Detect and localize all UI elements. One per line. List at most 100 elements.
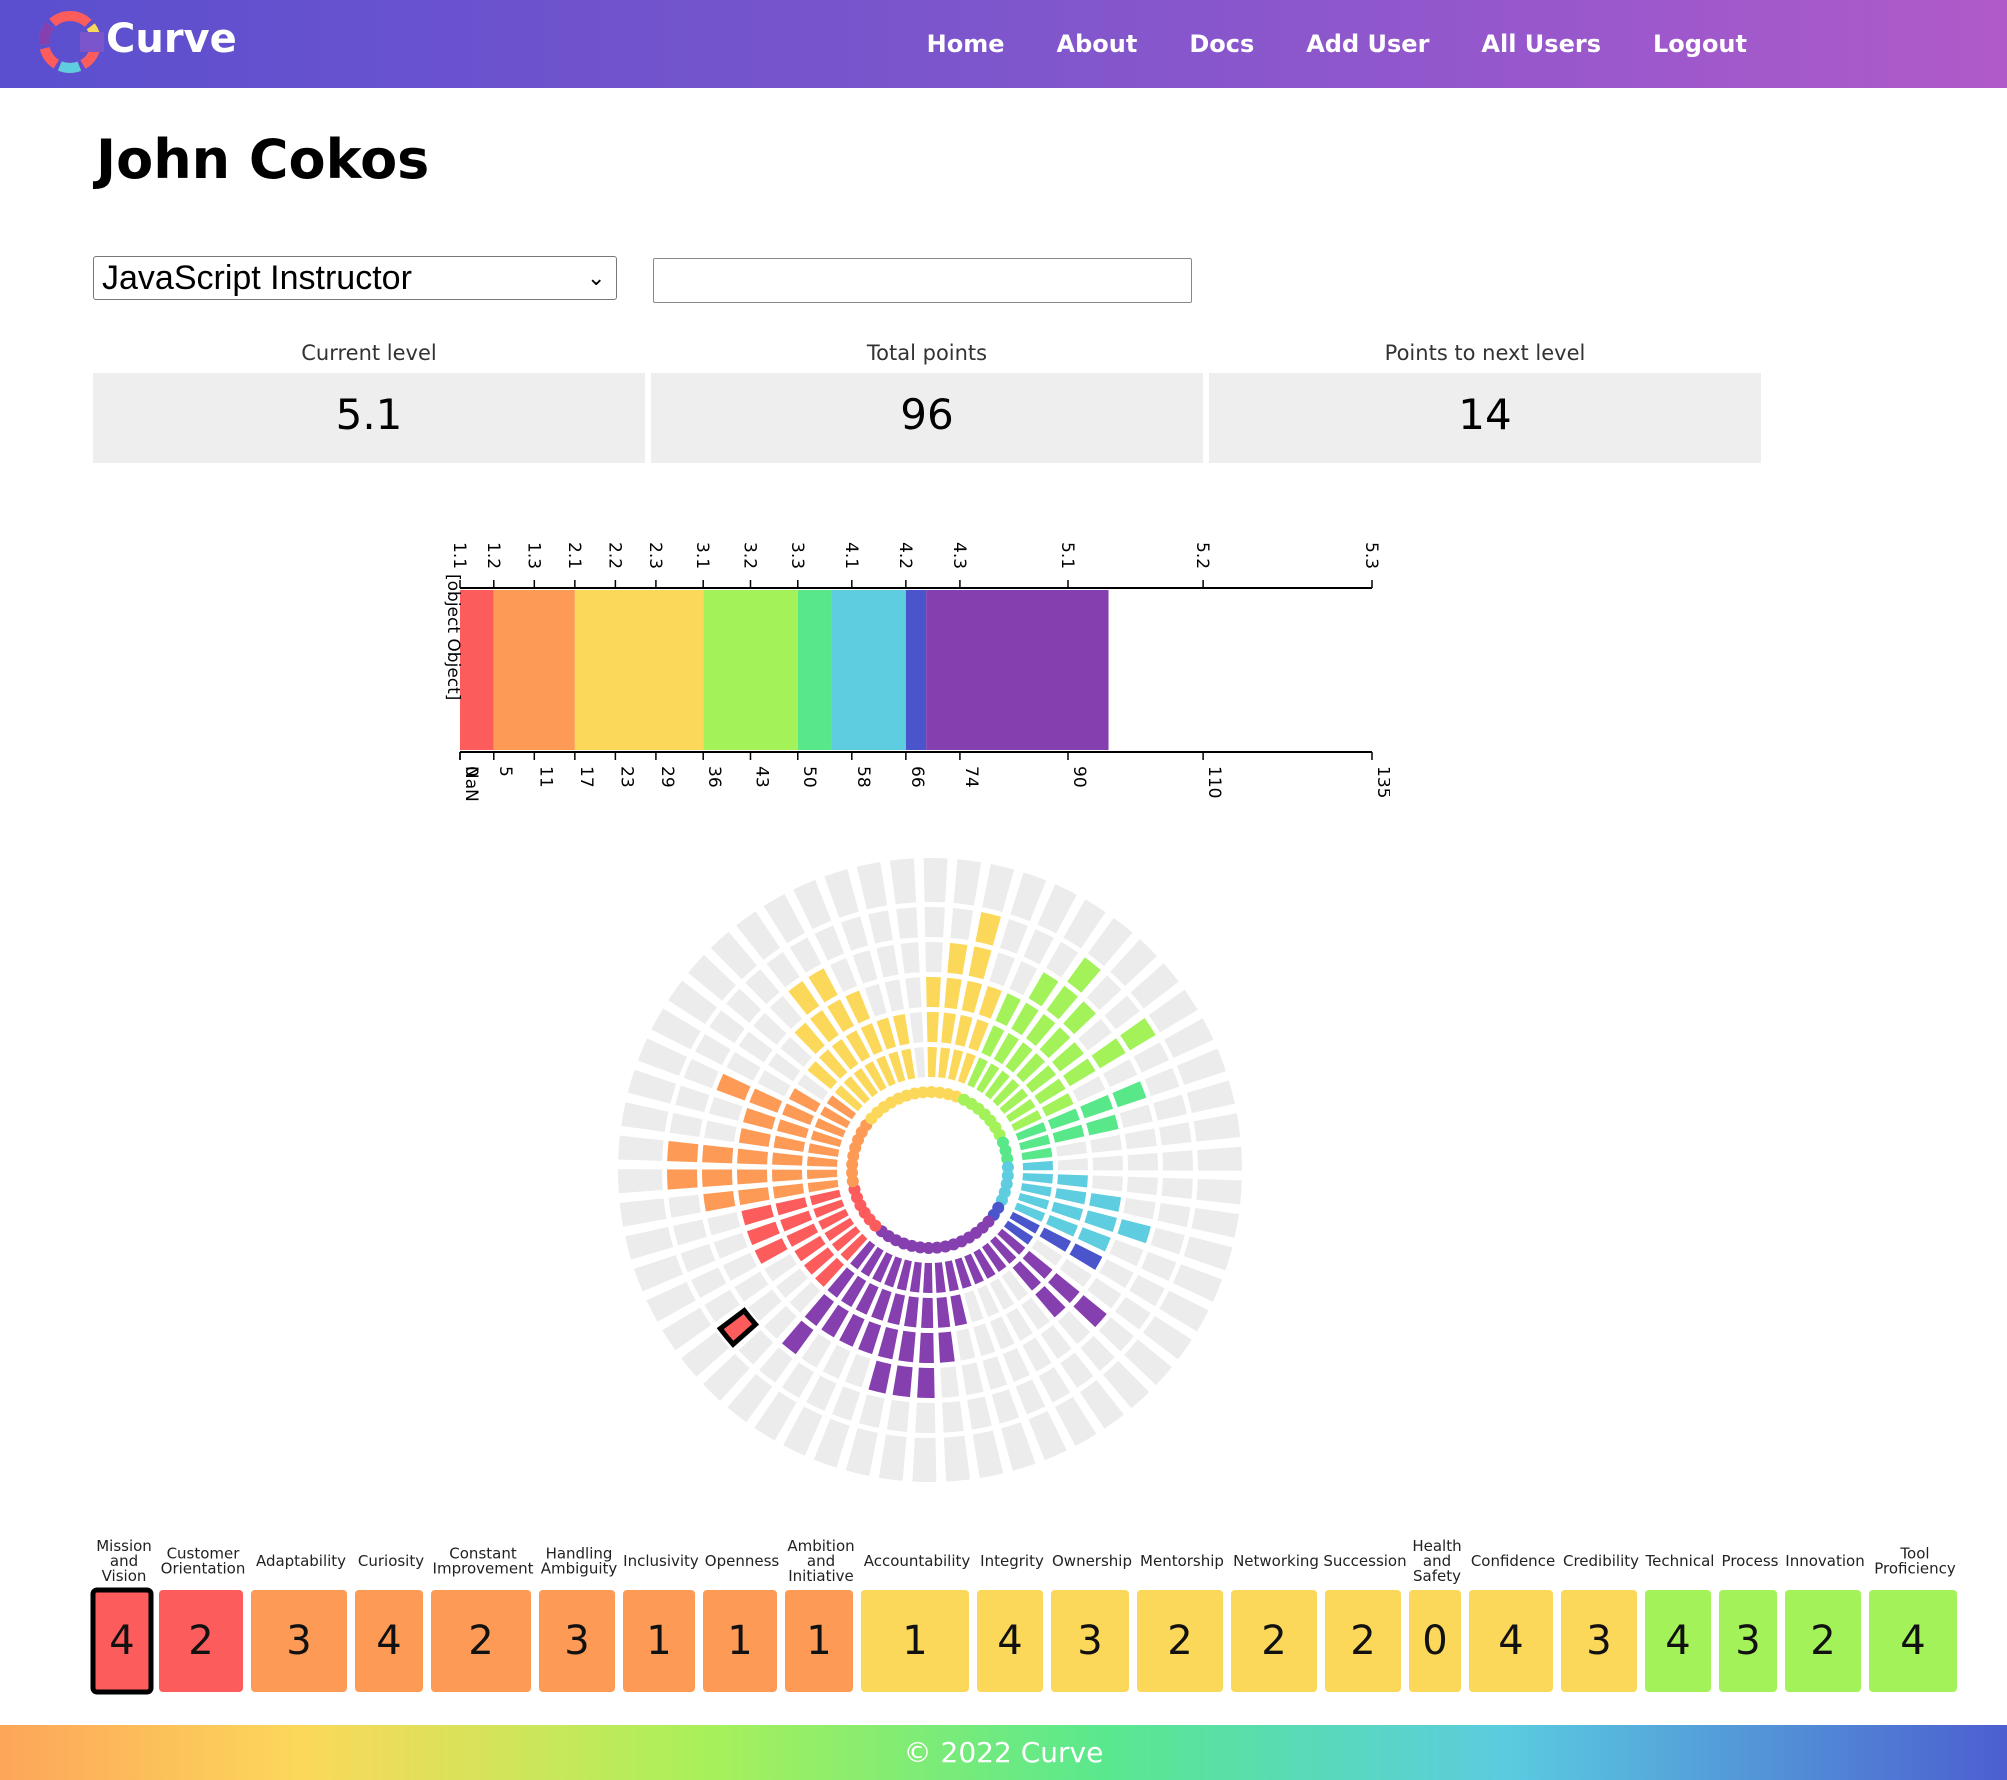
- wheel-cell[interactable]: [1080, 1335, 1115, 1371]
- wheel-cell[interactable]: [904, 1296, 919, 1328]
- nav-link-docs[interactable]: Docs: [1189, 30, 1254, 58]
- wheel-cell[interactable]: [807, 1179, 839, 1193]
- wheel-cell[interactable]: [915, 1402, 936, 1433]
- wheel-cell[interactable]: [695, 1033, 731, 1066]
- wheel-cell[interactable]: [737, 1169, 768, 1185]
- wheel-cell[interactable]: [954, 1015, 973, 1047]
- nav-link-add-user[interactable]: Add User: [1306, 30, 1429, 58]
- wheel-cell[interactable]: [887, 1293, 906, 1325]
- wheel-cell[interactable]: [905, 977, 922, 1009]
- wheel-cell[interactable]: [1015, 1379, 1046, 1415]
- wheel-cell[interactable]: [936, 1296, 951, 1328]
- wheel-cell[interactable]: [924, 907, 945, 938]
- wheel-cell[interactable]: [1133, 1042, 1169, 1073]
- wheel-cell[interactable]: [1141, 1251, 1177, 1281]
- competency-item[interactable]: HealthandSafety0: [1409, 1537, 1462, 1692]
- wheel-cell[interactable]: [789, 937, 822, 973]
- wheel-cell[interactable]: [961, 980, 983, 1014]
- competency-item[interactable]: Networking 2: [1231, 1552, 1319, 1692]
- wheel-cell[interactable]: [1060, 1352, 1094, 1389]
- search-input[interactable]: [653, 258, 1192, 303]
- wheel-cell[interactable]: [807, 1156, 838, 1167]
- wheel-cell[interactable]: [925, 942, 943, 973]
- wheel-cell[interactable]: [1172, 1264, 1223, 1302]
- wheel-cell[interactable]: [859, 1394, 885, 1428]
- wheel-cell[interactable]: [1144, 1067, 1180, 1097]
- wheel-cell[interactable]: [634, 1254, 684, 1292]
- wheel-cell[interactable]: [889, 858, 917, 905]
- wheel-cell[interactable]: [743, 1107, 776, 1130]
- wheel-cell[interactable]: [999, 919, 1028, 954]
- wheel-cell[interactable]: [1057, 1158, 1088, 1171]
- wheel-cell[interactable]: [978, 985, 1002, 1019]
- wheel-cell[interactable]: [625, 1226, 674, 1260]
- wheel-cell[interactable]: [898, 1330, 916, 1363]
- competency-item[interactable]: Technical 4: [1645, 1552, 1715, 1692]
- wheel-cell[interactable]: [737, 1148, 768, 1165]
- wheel-cell[interactable]: [619, 1198, 667, 1227]
- wheel-cell[interactable]: [814, 925, 845, 961]
- wheel-cell[interactable]: [1009, 961, 1038, 996]
- wheel-cell[interactable]: [1023, 929, 1054, 965]
- wheel-cell[interactable]: [1010, 872, 1047, 922]
- wheel-cell[interactable]: [919, 1332, 934, 1363]
- wheel-cell[interactable]: [621, 1102, 669, 1133]
- wheel-cell[interactable]: [1126, 1176, 1158, 1196]
- wheel-cell[interactable]: [878, 1434, 907, 1481]
- wheel-cell[interactable]: [934, 1262, 946, 1293]
- wheel-cell[interactable]: [961, 1362, 984, 1396]
- wheel-cell[interactable]: [832, 1386, 861, 1421]
- wheel-cell[interactable]: [982, 863, 1015, 912]
- wheel-cell[interactable]: [713, 1232, 748, 1259]
- wheel-cell[interactable]: [1162, 1150, 1193, 1171]
- wheel-cell[interactable]: [1046, 941, 1079, 978]
- wheel-cell[interactable]: [1022, 1173, 1053, 1184]
- competency-item[interactable]: Curiosity 4: [355, 1552, 424, 1692]
- wheel-cell[interactable]: [1117, 1219, 1151, 1244]
- wheel-cell[interactable]: [1086, 975, 1122, 1011]
- competency-item[interactable]: Credibility 3: [1561, 1552, 1639, 1692]
- wheel-cell[interactable]: [942, 1401, 964, 1433]
- wheel-cell[interactable]: [1038, 1367, 1071, 1403]
- competency-item[interactable]: Adaptability 3: [251, 1552, 347, 1692]
- wheel-cell[interactable]: [1104, 995, 1140, 1030]
- wheel-cell[interactable]: [975, 912, 1001, 946]
- competency-item[interactable]: Ownership 3: [1051, 1552, 1132, 1692]
- wheel-cell[interactable]: [716, 1073, 751, 1101]
- wheel-cell[interactable]: [1054, 1188, 1087, 1205]
- wheel-cell[interactable]: [896, 907, 918, 939]
- wheel-cell[interactable]: [618, 1135, 664, 1161]
- wheel-cell[interactable]: [943, 1435, 971, 1482]
- wheel-cell[interactable]: [1057, 1174, 1088, 1188]
- competency-item[interactable]: Accountability 1: [861, 1552, 970, 1692]
- wheel-cell[interactable]: [1186, 1080, 1235, 1114]
- wheel-cell[interactable]: [1021, 1147, 1053, 1161]
- wheel-cell[interactable]: [927, 1047, 937, 1078]
- wheel-cell[interactable]: [1120, 1017, 1156, 1051]
- wheel-cell[interactable]: [953, 859, 982, 906]
- wheel-cell[interactable]: [840, 916, 869, 951]
- wheel-cell[interactable]: [989, 952, 1015, 987]
- competency-item[interactable]: HandlingAmbiguity3: [539, 1545, 617, 1693]
- wheel-cell[interactable]: [909, 1012, 924, 1044]
- wheel-cell[interactable]: [1129, 1274, 1165, 1307]
- competency-item[interactable]: AmbitionandInitiative1: [785, 1537, 855, 1692]
- wheel-cell[interactable]: [830, 957, 858, 993]
- curve-logo-icon[interactable]: [36, 8, 104, 76]
- wheel-cell[interactable]: [864, 983, 887, 1017]
- wheel-cell[interactable]: [892, 1014, 910, 1046]
- wheel-cell[interactable]: [741, 1204, 774, 1226]
- wheel-cell[interactable]: [938, 1047, 951, 1079]
- wheel-cell[interactable]: [766, 951, 800, 988]
- wheel-cell[interactable]: [1115, 1296, 1151, 1330]
- wheel-cell[interactable]: [1067, 957, 1101, 993]
- wheel-cell[interactable]: [877, 1326, 899, 1360]
- competency-item[interactable]: CustomerOrientation2: [159, 1545, 245, 1693]
- wheel-cell[interactable]: [892, 1365, 913, 1398]
- wheel-cell[interactable]: [1109, 1239, 1144, 1267]
- wheel-cell[interactable]: [886, 1399, 910, 1432]
- wheel-cell[interactable]: [1183, 1236, 1233, 1271]
- wheel-cell[interactable]: [738, 1128, 771, 1147]
- wheel-cell[interactable]: [702, 1144, 734, 1164]
- wheel-cell[interactable]: [982, 1356, 1008, 1390]
